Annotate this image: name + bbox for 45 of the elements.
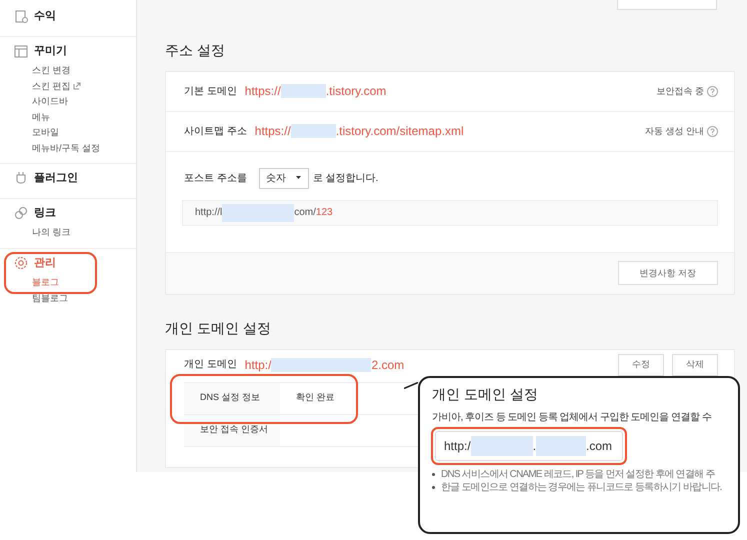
redaction-mark [536,436,586,456]
chart-icon [14,9,28,23]
sidebar-subitem[interactable]: 스킨 편집 [32,78,82,94]
note-text: 보안접속 중 [656,84,704,98]
edit-button[interactable]: 수정 [618,354,664,376]
callout-title: 개인 도메인 설정 [432,385,539,404]
layout-icon [14,44,28,58]
url-preview: http://l com/123 [182,200,718,226]
sidebar-item[interactable]: 꾸미기 [14,42,67,58]
bullet-text: DNS 서비스에서 CNAME 레코드, IP 등을 먼저 설정한 후에 연결해 주 [432,468,730,481]
field-label: 사이트맵 주소 [184,124,247,139]
redaction-mark [290,124,336,138]
section-title: 개인 도메인 설정 [165,320,272,337]
table-cell-text: 확인 완료 [296,391,335,404]
bullet-text: 한글 도메인으로 연결하는 경우에는 퓨니코드로 등록하시기 바랍니다. [432,481,730,494]
field-label: 기본 도메인 [184,84,237,99]
help-icon[interactable] [707,86,718,97]
description-text: 가비아, 후이즈 등 도메인 등록 업체에서 구입한 도메인을 연결할 수 [432,411,712,424]
redaction-mark [470,436,533,456]
sidebar-subitem[interactable]: 사이드바 [32,94,68,110]
sidebar-item[interactable]: 수익 [14,8,56,24]
field-label: 개인 도메인 [184,358,237,372]
sidebar-item[interactable]: 링크 [14,204,56,220]
select-field[interactable]: 숫자 [258,168,309,190]
sidebar-subitem[interactable]: 스킨 변경 [32,63,71,78]
table-header: 보안 접속 인증서 [184,414,280,446]
redaction-mark [280,84,326,98]
link-icon [14,206,28,220]
sidebar-subitem[interactable]: 나의 링크 [32,225,71,240]
field-label: 포스트 주소를 [184,172,247,186]
section-title: 주소 설정 [165,42,226,59]
field-label: 로 설정합니다. [312,172,378,186]
sidebar-item[interactable]: 플러그인 [14,170,78,186]
sidebar-subitem[interactable]: 팀블로그 [32,290,68,306]
sidebar-subitem[interactable]: 메뉴바/구독 설정 [32,140,100,156]
gear-icon [14,256,28,270]
help-icon[interactable] [707,126,718,137]
table-header: DNS 설정 정보 [184,382,280,414]
sidebar-subitem[interactable]: 모바일 [32,125,59,140]
sidebar-subitem[interactable]: 메뉴 [32,110,50,125]
save-button[interactable]: 변경사항 저장 [618,261,718,286]
plug-icon [14,171,28,185]
note-text: 자동 생성 안내 [644,124,704,138]
button[interactable] [617,0,717,10]
delete-button[interactable]: 삭제 [672,354,718,376]
